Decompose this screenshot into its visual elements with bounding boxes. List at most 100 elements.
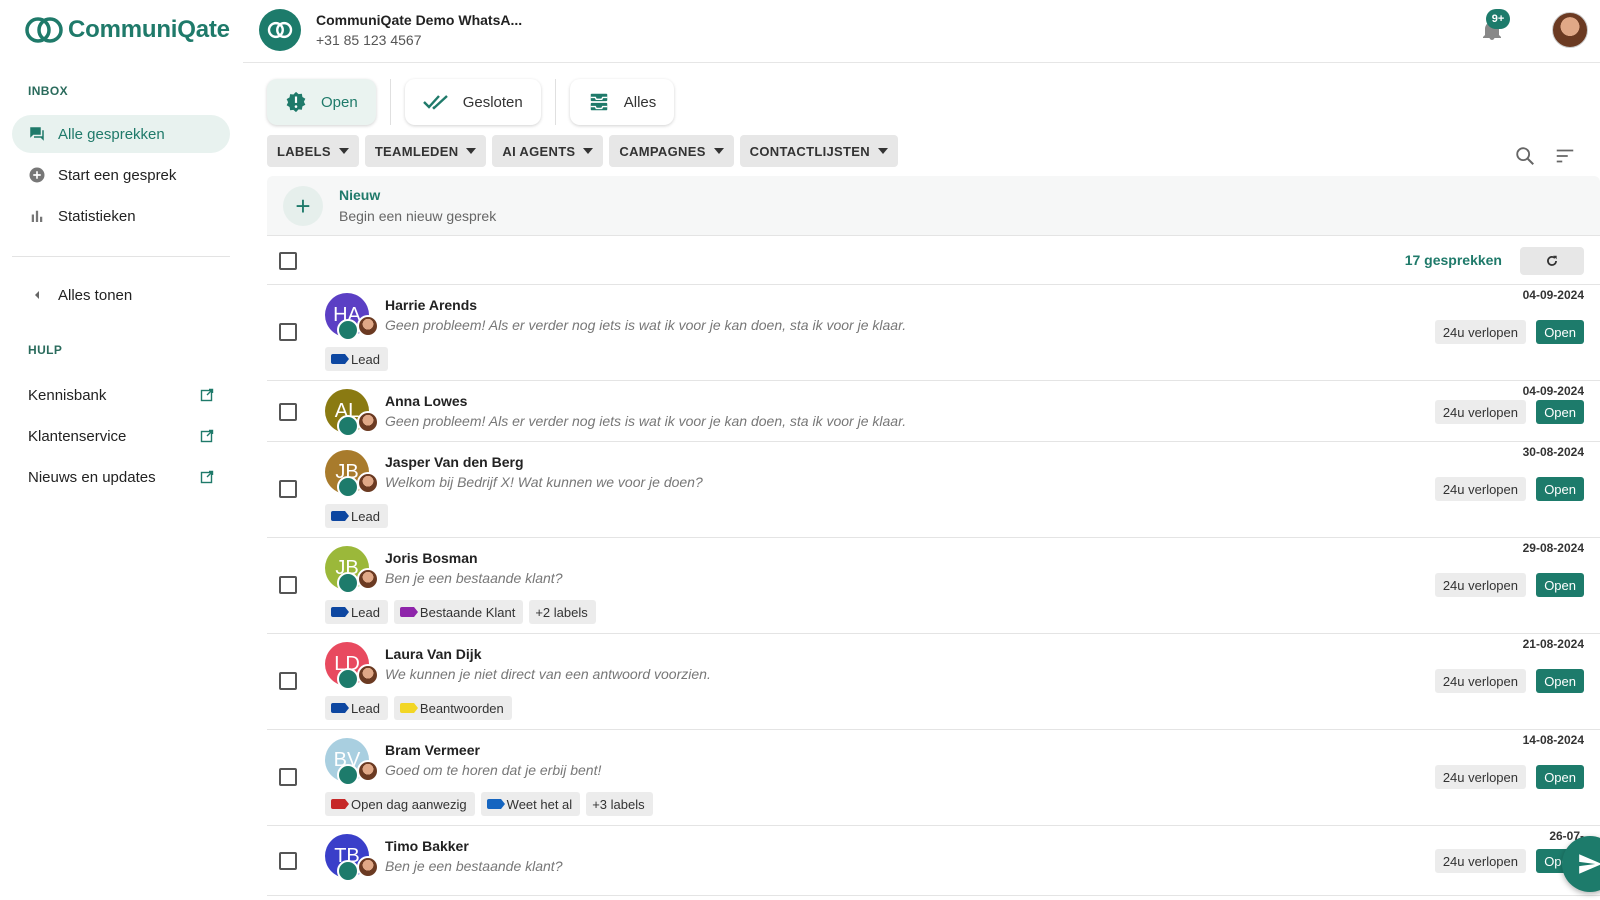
sidebar-item-statistics[interactable]: Statistieken [12, 197, 230, 235]
refresh-button[interactable] [1520, 247, 1584, 275]
contact-name: Joris Bosman [385, 550, 478, 566]
sidebar-item-label: Statistieken [58, 207, 136, 225]
external-link-icon [200, 470, 214, 484]
add-circle-icon [28, 166, 46, 184]
sidebar: CommuniQate INBOX Alle gesprekken Start … [0, 0, 243, 900]
status-tabs: Open Gesloten Alles [267, 79, 675, 125]
tag-icon [331, 354, 349, 364]
caret-down-icon [713, 148, 724, 154]
label-chip[interactable]: Lead [325, 696, 388, 720]
status-badge[interactable]: Open [1536, 765, 1584, 789]
main-content: Open Gesloten Alles LABELS TEAMLEDEN AI … [243, 63, 1600, 900]
label-chip[interactable]: Lead [325, 600, 388, 624]
conversation-row[interactable]: AL Anna Lowes Geen probleem! Als er verde… [267, 381, 1600, 442]
label-chip[interactable]: +2 labels [529, 600, 596, 624]
tab-all[interactable]: Alles [569, 79, 675, 125]
status-badge[interactable]: Open [1536, 573, 1584, 597]
sidebar-item-label: Kennisbank [28, 386, 107, 404]
notification-badge: 9+ [1486, 9, 1510, 29]
channel-logo-icon [337, 860, 359, 882]
label-chip[interactable]: Beantwoorden [393, 696, 512, 720]
refresh-icon [1547, 255, 1557, 266]
row-checkbox[interactable] [279, 672, 297, 690]
filter-label: CONTACTLIJSTEN [749, 143, 870, 159]
expire-badge: 24u verlopen [1434, 400, 1526, 424]
row-checkbox[interactable] [279, 480, 297, 498]
status-badge[interactable]: Open [1536, 400, 1584, 424]
row-checkbox[interactable] [279, 323, 297, 341]
label-chip[interactable]: Weet het al [480, 792, 581, 816]
new-conversation-row[interactable]: + Nieuw Begin een nieuw gesprek [267, 176, 1600, 236]
contact-name: Laura Van Dijk [385, 646, 482, 662]
account-name[interactable]: CommuniQate Demo WhatsA... [316, 12, 522, 28]
brand-name: CommuniQate [68, 16, 230, 43]
help-section-label: HULP [28, 343, 63, 357]
sort-icon[interactable] [1554, 145, 1576, 167]
label-chip[interactable]: Bestaande Klant [393, 600, 524, 624]
tag-icon [399, 607, 418, 617]
sidebar-item-show-all[interactable]: Alles tonen [12, 276, 230, 314]
filter-labels[interactable]: LABELS [267, 135, 359, 167]
status-badge[interactable]: Open [1536, 320, 1584, 344]
conversation-row[interactable]: TB Timo Bakker Ben je een bestaande klant… [267, 826, 1600, 896]
tab-separator [554, 79, 556, 125]
row-checkbox[interactable] [279, 852, 297, 870]
external-link-icon [200, 429, 214, 443]
status-badge[interactable]: Open [1536, 477, 1584, 501]
tab-label: Alles [623, 93, 657, 111]
label-chip[interactable]: Lead [325, 347, 388, 371]
conversation-list: + Nieuw Begin een nieuw gesprek 17 gespr… [267, 176, 1600, 896]
label-chip[interactable]: +3 labels [586, 792, 653, 816]
label-chip[interactable]: Open dag aanwezig [325, 792, 475, 816]
sidebar-item-news-updates[interactable]: Nieuws en updates [12, 458, 230, 496]
account-avatar[interactable] [259, 9, 301, 51]
avatar: HA [325, 293, 385, 347]
conversation-date: 21-08-2024 [1522, 637, 1584, 651]
user-avatar[interactable] [1552, 12, 1588, 48]
status-badge[interactable]: Open [1536, 669, 1584, 693]
label-text: Lead [351, 604, 380, 620]
conversation-row[interactable]: JB Jasper Van den Berg Welkom bij Bedrijf… [267, 442, 1600, 538]
conversation-row[interactable]: HA Harrie Arends Geen probleem! Als er ve… [267, 285, 1600, 381]
channel-logo-icon [337, 476, 359, 498]
filter-team-members[interactable]: TEAMLEDEN [364, 135, 487, 167]
row-checkbox[interactable] [279, 576, 297, 594]
logo[interactable]: CommuniQate [24, 14, 230, 46]
agent-avatar [357, 568, 379, 590]
sidebar-item-knowledge-base[interactable]: Kennisbank [12, 376, 230, 414]
last-message: Geen probleem! Als er verder nog iets is… [385, 317, 907, 333]
conversation-row[interactable]: LD Laura Van Dijk We kunnen je niet direc… [267, 634, 1600, 730]
conversation-row[interactable]: JB Joris Bosman Ben je een bestaande klan… [267, 538, 1600, 634]
tag-icon [331, 511, 349, 521]
search-icon[interactable] [1514, 145, 1536, 167]
label-chip[interactable]: Lead [325, 504, 388, 528]
label-text: Lead [351, 508, 380, 524]
agent-avatar [357, 472, 379, 494]
tag-icon [331, 799, 349, 809]
filter-campaigns[interactable]: CAMPAGNES [609, 135, 734, 167]
sidebar-item-label: Klantenservice [28, 427, 127, 445]
tab-label: Open [321, 93, 358, 111]
last-message: Welkom bij Bedrijf X! Wat kunnen we voor… [385, 474, 703, 490]
filter-label: TEAMLEDEN [374, 143, 459, 159]
label-text: +3 labels [592, 796, 645, 812]
tab-closed[interactable]: Gesloten [404, 79, 541, 125]
sidebar-item-start-conversation[interactable]: Start een gesprek [12, 156, 230, 194]
list-header: 17 gesprekken [267, 236, 1600, 285]
sidebar-item-all-conversations[interactable]: Alle gesprekken [12, 115, 230, 153]
conversation-count: 17 gesprekken [1404, 252, 1502, 268]
select-all-checkbox[interactable] [279, 252, 297, 270]
filter-contact-lists[interactable]: CONTACTLIJSTEN [739, 135, 898, 167]
tab-open[interactable]: Open [267, 79, 376, 125]
avatar: AL [325, 389, 385, 443]
conversation-row[interactable]: BV Bram Vermeer Goed om te horen dat je e… [267, 730, 1600, 826]
filter-ai-agents[interactable]: AI AGENTS [492, 135, 604, 167]
agent-avatar [357, 760, 379, 782]
label-list: Lead Bestaande Klant +2 labels [325, 600, 596, 624]
row-checkbox[interactable] [279, 768, 297, 786]
last-message: Ben je een bestaande klant? [385, 858, 563, 874]
row-checkbox[interactable] [279, 403, 297, 421]
channel-logo-icon [337, 668, 359, 690]
sidebar-item-customer-service[interactable]: Klantenservice [12, 417, 230, 455]
label-text: Lead [351, 700, 380, 716]
